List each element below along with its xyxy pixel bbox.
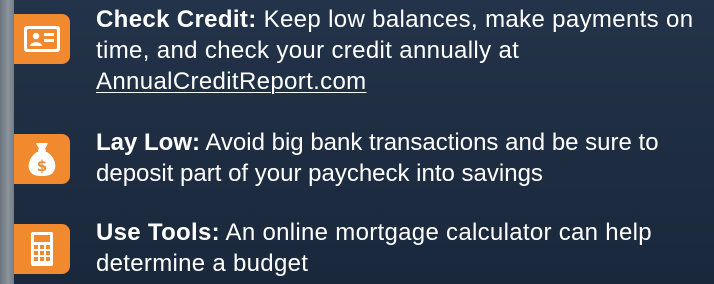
tip-text: Use Tools: An online mortgage calculator… [96,217,702,279]
tip-check-credit: Check Credit: Keep low balances, make pa… [0,0,714,104]
tip-lay-low: $ Lay Low: Avoid big bank transactions a… [0,116,714,200]
calculator-icon [14,224,70,274]
svg-text:$: $ [37,157,47,175]
tip-text: Lay Low: Avoid big bank transactions and… [96,127,702,189]
money-bag-icon: $ [14,134,70,184]
tip-title: Lay Low: [96,129,201,156]
tip-text: Check Credit: Keep low balances, make pa… [96,4,702,97]
tip-title: Check Credit: [96,6,257,33]
tip-use-tools: Use Tools: An online mortgage calculator… [0,208,714,284]
annual-credit-report-link[interactable]: AnnualCreditReport.com [96,68,367,95]
credit-card-icon [14,14,70,64]
tip-title: Use Tools: [96,219,220,246]
